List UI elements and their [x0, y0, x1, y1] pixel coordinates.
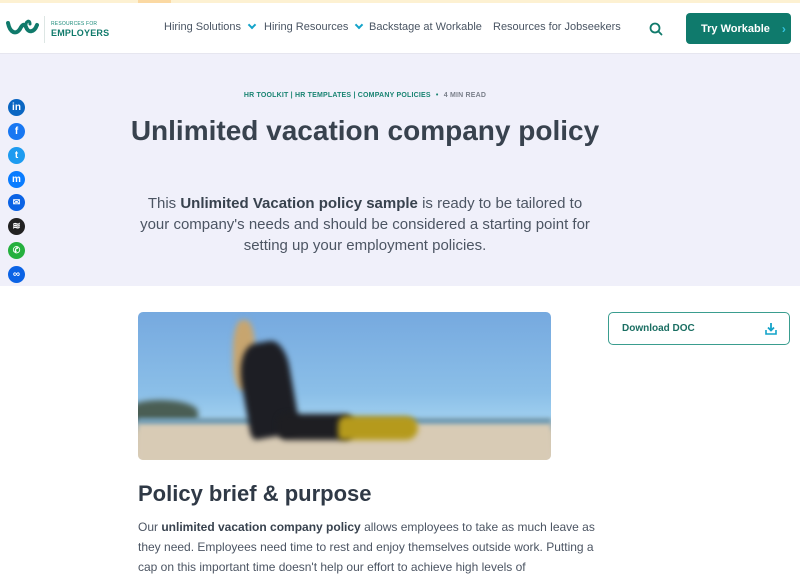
page-title: Unlimited vacation company policy — [130, 115, 600, 146]
messenger-share-icon[interactable]: m — [8, 171, 25, 188]
image-person-boots — [338, 416, 418, 440]
whatsapp-share-icon[interactable]: ✆ — [8, 242, 25, 259]
section-heading: Policy brief & purpose — [138, 481, 372, 506]
workable-logo-icon[interactable] — [6, 17, 40, 39]
p1-bold: unlimited vacation company policy — [161, 520, 361, 534]
chevron-right-icon: › — [781, 21, 786, 36]
nav-label: Hiring Resources — [264, 21, 349, 33]
email-share-icon[interactable]: ✉ — [8, 194, 25, 211]
lead-prefix: This — [147, 195, 181, 212]
site-header: RESOURCES FOR EMPLOYERS Hiring Solutions… — [0, 3, 800, 54]
download-icon — [765, 323, 777, 335]
facebook-share-icon[interactable]: f — [8, 123, 25, 140]
chevron-down-icon — [355, 20, 364, 30]
chevron-down-icon — [247, 20, 257, 30]
hero-lead: This Unlimited Vacation policy sample is… — [135, 193, 595, 256]
breadcrumb-hr-templates[interactable]: HR TEMPLATES — [295, 92, 351, 99]
download-label: Download DOC — [622, 323, 695, 334]
breadcrumb-separator: | — [290, 92, 293, 99]
nav-hiring-solutions[interactable]: Hiring Solutions — [164, 20, 257, 33]
read-time: 4 MIN READ — [443, 92, 487, 99]
nav-jobseekers[interactable]: Resources for Jobseekers — [493, 21, 621, 33]
nav-hiring-resources[interactable]: Hiring Resources — [264, 20, 364, 33]
nav-label: Backstage at Workable — [369, 21, 482, 33]
bullet-dot: • — [435, 92, 439, 99]
article-hero-image — [138, 312, 551, 460]
twitter-share-icon[interactable]: t — [8, 147, 25, 164]
article-paragraph: Our unlimited vacation company policy al… — [138, 517, 598, 577]
buffer-share-icon[interactable]: ≋ — [8, 218, 25, 235]
logo-divider — [44, 16, 45, 43]
copy-link-icon[interactable]: ∞ — [8, 266, 25, 283]
search-icon[interactable] — [649, 22, 663, 36]
download-doc-button[interactable]: Download DOC — [608, 312, 790, 345]
nav-label: Resources for Jobseekers — [493, 21, 621, 33]
breadcrumb-separator: | — [353, 92, 356, 99]
p1-prefix: Our — [138, 520, 162, 534]
try-workable-label: Try Workable — [701, 22, 770, 35]
breadcrumb-hr-toolkit[interactable]: HR TOOLKIT — [244, 92, 289, 99]
logo-subtitle: RESOURCES FOR — [51, 21, 98, 27]
lead-bold: Unlimited Vacation policy sample — [180, 195, 418, 212]
logo-title[interactable]: EMPLOYERS — [51, 28, 109, 38]
breadcrumb-company-policies[interactable]: COMPANY POLICIES — [358, 92, 431, 99]
nav-backstage[interactable]: Backstage at Workable — [369, 21, 482, 33]
breadcrumb: HR TOOLKIT | HR TEMPLATES | COMPANY POLI… — [0, 92, 730, 99]
linkedin-share-icon[interactable]: in — [8, 99, 25, 116]
try-workable-button[interactable]: Try Workable › — [686, 13, 791, 44]
nav-label: Hiring Solutions — [164, 21, 242, 33]
